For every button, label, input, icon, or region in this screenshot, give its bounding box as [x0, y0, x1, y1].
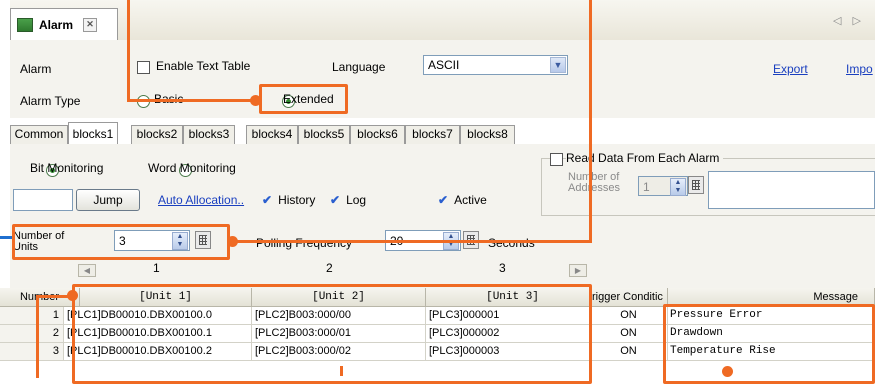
blocks-tab-strip: Common blocks1 blocks2 blocks3 blocks4 b…: [10, 122, 875, 145]
callout-box-message: [663, 304, 875, 384]
jump-number-input[interactable]: [13, 189, 73, 211]
enable-text-table-label: Enable Text Table: [156, 59, 251, 73]
word-monitoring-label: Word Monitoring: [148, 161, 236, 175]
row-number: 1: [0, 307, 64, 325]
read-data-address-field[interactable]: [708, 171, 875, 209]
callout-box-unit-columns: [72, 284, 592, 384]
scroll-right-icon[interactable]: ▶: [569, 264, 587, 277]
polling-frequency-label: Polling Frequency: [256, 236, 353, 250]
callout-line: [127, 0, 130, 101]
callout-line: [230, 240, 592, 243]
log-label: Log: [346, 193, 367, 207]
language-value: ASCII: [428, 58, 460, 72]
number-of-addresses-value: 1: [643, 180, 650, 194]
checkmark-icon: ✔: [438, 193, 449, 207]
tab-common[interactable]: Common: [10, 125, 68, 144]
language-label: Language: [332, 60, 386, 74]
trigger-cell[interactable]: ON: [590, 307, 668, 325]
trigger-cell[interactable]: ON: [590, 343, 668, 361]
callout-box-number-of-units: [12, 224, 230, 260]
bit-monitoring-label: Bit Monitoring: [30, 161, 104, 175]
callout-line: [36, 298, 39, 378]
row-number: 2: [0, 325, 64, 343]
callout-line: [589, 0, 592, 243]
tab-blocks5[interactable]: blocks5: [298, 125, 350, 144]
column-number-2: 2: [326, 261, 333, 275]
import-link[interactable]: Impo: [846, 62, 873, 76]
spinner-icon[interactable]: ▲ ▼: [670, 178, 686, 196]
tab-blocks2[interactable]: blocks2: [131, 125, 183, 144]
tab-blocks3[interactable]: blocks3: [183, 125, 235, 144]
callout-line: [127, 99, 257, 102]
trigger-cell[interactable]: ON: [590, 325, 668, 343]
alarm-tab-title: Alarm: [39, 17, 74, 32]
close-icon[interactable]: ✕: [83, 17, 98, 32]
editor-titlebar: [10, 0, 875, 41]
language-select[interactable]: ASCII ▼: [423, 55, 568, 75]
row-number: 3: [0, 343, 64, 361]
tab-blocks4[interactable]: blocks4: [246, 125, 298, 144]
checkmark-icon: ✔: [330, 193, 341, 207]
grid-icon[interactable]: [688, 176, 704, 194]
log-option[interactable]: ✔ Log: [330, 193, 366, 207]
read-data-checkbox[interactable]: [550, 153, 563, 166]
alarm-type-label: Alarm Type: [20, 94, 81, 108]
tab-blocks6[interactable]: blocks6: [350, 125, 405, 144]
callout-line: [36, 295, 72, 298]
column-number-1: 1: [153, 261, 160, 275]
tab-blocks8[interactable]: blocks8: [460, 125, 515, 144]
seconds-label: Seconds: [488, 236, 535, 250]
number-of-addresses-input[interactable]: 1 ▲ ▼: [638, 176, 688, 196]
alarm-label: Alarm: [20, 62, 52, 76]
callout-line: [340, 366, 343, 376]
checkmark-icon: ✔: [262, 193, 273, 207]
tab-blocks1[interactable]: blocks1: [68, 122, 118, 145]
alarm-icon: [17, 17, 33, 32]
tab-nav-arrows-icon[interactable]: ◁ ▷: [833, 14, 865, 27]
active-option[interactable]: ✔ Active: [438, 193, 487, 207]
column-header-trigger[interactable]: rigger Conditic: [590, 288, 668, 307]
alarm-document-tab[interactable]: Alarm ✕: [10, 8, 118, 40]
callout-box-extended: [259, 84, 348, 114]
number-of-addresses-label: Number of Addresses: [568, 171, 620, 194]
enable-text-table-checkbox[interactable]: [137, 61, 150, 74]
scroll-left-icon[interactable]: ◀: [78, 264, 96, 277]
column-number-3: 3: [499, 261, 506, 275]
auto-allocation-link[interactable]: Auto Allocation..: [158, 193, 244, 207]
history-label: History: [278, 193, 316, 207]
history-option[interactable]: ✔ History: [262, 193, 315, 207]
export-link[interactable]: Export: [773, 62, 808, 76]
jump-button[interactable]: Jump: [76, 189, 140, 211]
active-label: Active: [454, 193, 487, 207]
chevron-down-icon[interactable]: ▼: [550, 57, 566, 73]
callout-line: [0, 236, 12, 239]
tab-blocks7[interactable]: blocks7: [405, 125, 460, 144]
